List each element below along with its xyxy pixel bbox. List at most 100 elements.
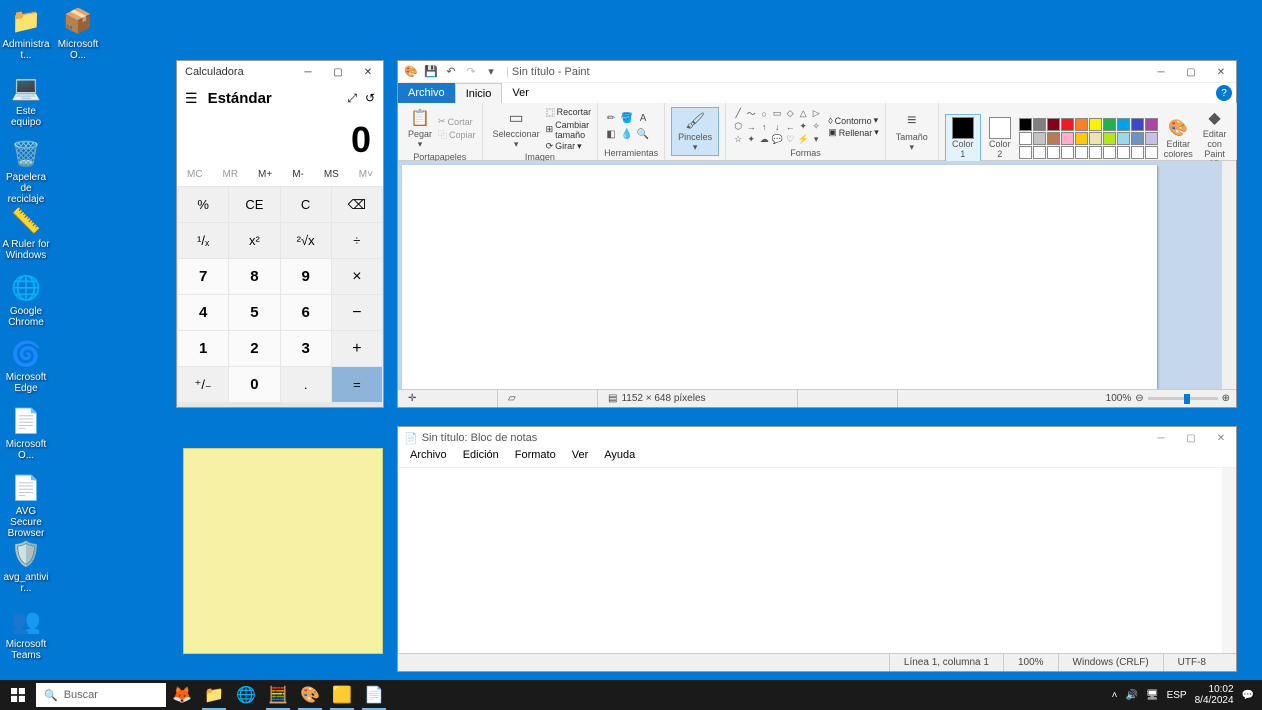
color-swatch[interactable] — [1103, 118, 1116, 131]
paint-titlebar[interactable]: 🎨 💾 ↶ ↷ ▾ | Sin título - Paint ─ ▢ ✕ — [398, 61, 1236, 83]
calc-btn-3[interactable]: 3 — [281, 331, 331, 366]
paint-canvas[interactable] — [402, 165, 1157, 389]
notifications-icon[interactable]: 💬 — [1242, 690, 1254, 701]
color-swatch[interactable] — [1019, 118, 1032, 131]
calc-btn-6[interactable]: 6 — [281, 295, 331, 330]
color-swatch[interactable] — [1089, 132, 1102, 145]
color-swatch[interactable] — [1131, 146, 1144, 159]
history-icon[interactable]: ↺ — [365, 91, 375, 105]
save-icon[interactable]: 💾 — [424, 65, 438, 79]
color-swatch[interactable] — [1117, 146, 1130, 159]
notepad-titlebar[interactable]: 📄 Sin título: Bloc de notas ─ ▢ ✕ — [398, 427, 1236, 449]
tab-view[interactable]: Ver — [502, 83, 539, 103]
text-tool[interactable]: A — [636, 112, 650, 126]
calc-btn-%[interactable]: % — [178, 187, 228, 222]
desktop-icon-0[interactable]: 📁Administrat... — [2, 5, 50, 61]
sticky-taskbar-icon[interactable]: 🟨 — [326, 680, 358, 710]
calc-titlebar[interactable]: Calculadora ─ ▢ ✕ — [177, 61, 383, 83]
edit-colors-button[interactable]: 🎨Editar colores — [1160, 115, 1197, 161]
redo-icon[interactable]: ↷ — [464, 65, 478, 79]
calculator-taskbar-icon[interactable]: 🧮 — [262, 680, 294, 710]
calc-btn-÷[interactable]: ÷ — [332, 223, 382, 258]
help-icon[interactable]: ? — [1216, 85, 1232, 101]
paint-close[interactable]: ✕ — [1206, 61, 1236, 83]
color1-button[interactable]: Color 1 — [945, 114, 981, 162]
tab-file[interactable]: Archivo — [398, 83, 455, 103]
mem-m+[interactable]: M+ — [258, 169, 272, 180]
color-swatch[interactable] — [1089, 118, 1102, 131]
zoom-out-button[interactable]: ⊖ — [1135, 393, 1143, 404]
paint-taskbar-icon[interactable]: 🎨 — [294, 680, 326, 710]
color-swatch[interactable] — [1089, 146, 1102, 159]
resize-button[interactable]: ⊞ Cambiar tamaño — [546, 120, 592, 140]
fill-shape-button[interactable]: ▣ Rellenar ▾ — [828, 127, 879, 138]
color-swatch[interactable] — [1033, 132, 1046, 145]
color-swatch[interactable] — [1061, 132, 1074, 145]
mem-mc[interactable]: MC — [187, 169, 203, 180]
outline-button[interactable]: ◊ Contorno ▾ — [828, 115, 879, 126]
paint-minimize[interactable]: ─ — [1146, 61, 1176, 83]
tray-chevron-icon[interactable]: ˄ — [1112, 690, 1118, 701]
color-swatch[interactable] — [1117, 132, 1130, 145]
calc-btn-9[interactable]: 9 — [281, 259, 331, 294]
calc-btn-C[interactable]: C — [281, 187, 331, 222]
calc-minimize[interactable]: ─ — [293, 61, 323, 83]
color-swatch[interactable] — [1061, 118, 1074, 131]
calc-btn-5[interactable]: 5 — [229, 295, 279, 330]
clock[interactable]: 10:02 8/4/2024 — [1195, 684, 1234, 706]
crop-button[interactable]: ⿴ Recortar — [546, 106, 592, 119]
calc-btn-−[interactable]: − — [332, 295, 382, 330]
hamburger-icon[interactable]: ☰ — [185, 90, 198, 107]
color-swatch[interactable] — [1145, 146, 1158, 159]
menu-ver[interactable]: Ver — [566, 449, 595, 467]
color-swatch[interactable] — [1019, 146, 1032, 159]
sticky-note[interactable] — [183, 448, 383, 654]
calc-btn-0[interactable]: 0 — [229, 367, 279, 402]
color-swatch[interactable] — [1117, 118, 1130, 131]
paint-maximize[interactable]: ▢ — [1176, 61, 1206, 83]
desktop-icon-9[interactable]: 🛡️avg_antivir... — [2, 538, 50, 594]
size-button[interactable]: ≡Tamaño▾ — [892, 108, 932, 155]
color-swatch[interactable] — [1033, 146, 1046, 159]
cortana-icon[interactable]: 🦊 — [166, 680, 198, 710]
mem-m˅[interactable]: M˅ — [359, 169, 373, 180]
color-swatch[interactable] — [1131, 118, 1144, 131]
undo-icon[interactable]: ↶ — [444, 65, 458, 79]
paste-button[interactable]: 📋Pegar▾ — [404, 105, 436, 152]
select-button[interactable]: ▭Seleccionar▾ — [489, 105, 544, 152]
notepad-textarea[interactable] — [398, 467, 1236, 653]
calc-btn-7[interactable]: 7 — [178, 259, 228, 294]
mem-ms[interactable]: MS — [324, 169, 339, 180]
notepad-minimize[interactable]: ─ — [1146, 427, 1176, 449]
calc-btn-+[interactable]: + — [332, 331, 382, 366]
start-button[interactable] — [0, 680, 36, 710]
network-icon[interactable]: 🖥 — [1146, 690, 1159, 701]
color-swatch[interactable] — [1047, 118, 1060, 131]
desktop-icon-5[interactable]: 🌐Google Chrome — [2, 272, 50, 328]
pip-icon[interactable]: ⤢ — [347, 91, 357, 106]
calc-btn-=[interactable]: = — [332, 367, 382, 402]
color-swatch[interactable] — [1075, 132, 1088, 145]
calc-btn-CE[interactable]: CE — [229, 187, 279, 222]
cut-button[interactable]: ✂ Cortar — [438, 116, 476, 127]
copy-button[interactable]: ⿻ Copiar — [438, 128, 476, 141]
color-swatch[interactable] — [1047, 146, 1060, 159]
calc-btn-x²[interactable]: x² — [229, 223, 279, 258]
color-swatch[interactable] — [1075, 118, 1088, 131]
fill-tool[interactable]: 🪣 — [620, 112, 634, 126]
desktop-icon-10[interactable]: 👥Microsoft Teams — [2, 605, 50, 661]
calc-btn-¹/ₓ[interactable]: ¹/ₓ — [178, 223, 228, 258]
rotate-button[interactable]: ⟳ Girar ▾ — [546, 141, 592, 152]
tab-home[interactable]: Inicio — [455, 83, 503, 103]
notepad-close[interactable]: ✕ — [1206, 427, 1236, 449]
calc-btn-2[interactable]: 2 — [229, 331, 279, 366]
calc-btn-⌫[interactable]: ⌫ — [332, 187, 382, 222]
lang-indicator[interactable]: ESP — [1167, 690, 1187, 701]
color2-button[interactable]: Color 2 — [983, 115, 1017, 161]
calc-btn-⁺/₋[interactable]: ⁺/₋ — [178, 367, 228, 402]
desktop-icon-3[interactable]: 🗑️Papelera de reciclaje — [2, 138, 50, 205]
color-swatch[interactable] — [1075, 146, 1088, 159]
color-swatch[interactable] — [1103, 146, 1116, 159]
chrome-icon[interactable]: 🌐 — [230, 680, 262, 710]
qat-dropdown-icon[interactable]: ▾ — [484, 65, 498, 79]
